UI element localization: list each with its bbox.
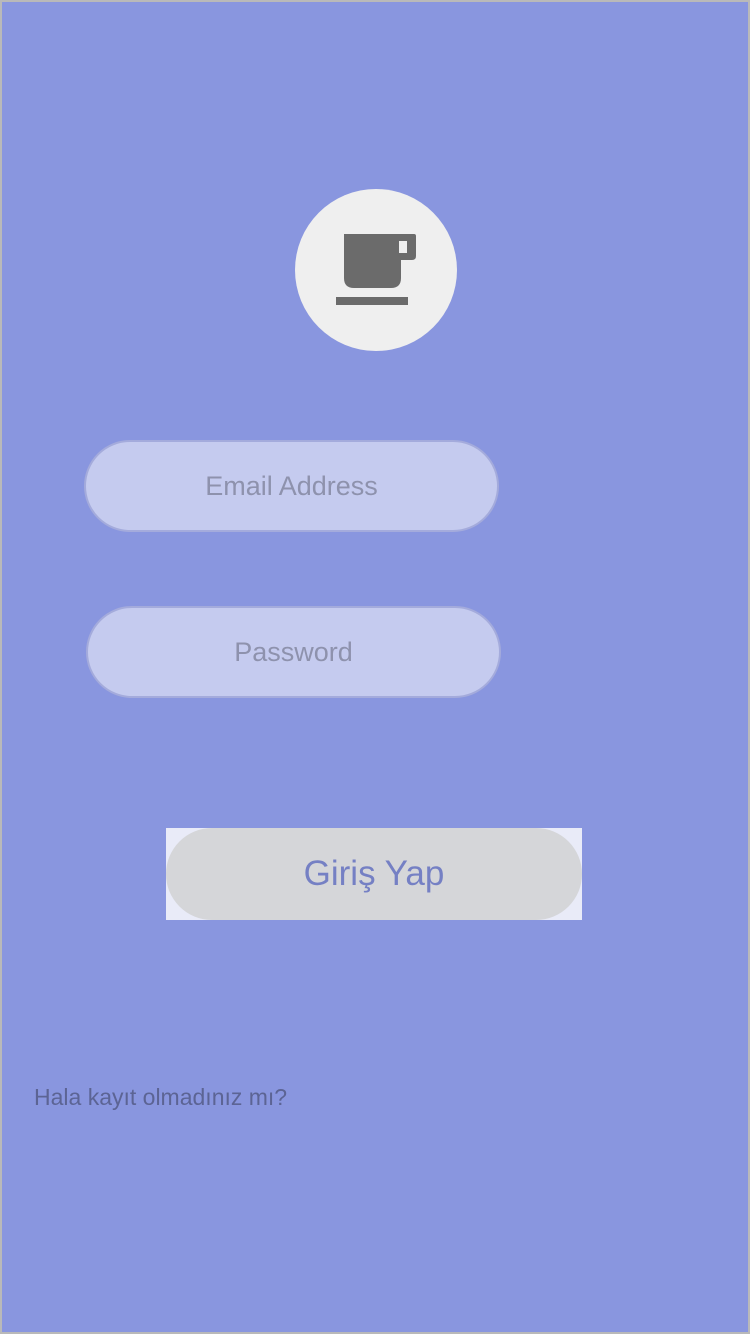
- password-field[interactable]: [86, 606, 501, 698]
- login-button[interactable]: Giriş Yap: [166, 828, 582, 920]
- login-screen: Giriş Yap Hala kayıt olmadınız mı?: [2, 2, 748, 1332]
- login-button-container: Giriş Yap: [166, 828, 582, 920]
- app-logo: [295, 189, 457, 351]
- email-field[interactable]: [84, 440, 499, 532]
- coffee-cup-icon: [336, 234, 416, 305]
- register-link[interactable]: Hala kayıt olmadınız mı?: [34, 1084, 287, 1111]
